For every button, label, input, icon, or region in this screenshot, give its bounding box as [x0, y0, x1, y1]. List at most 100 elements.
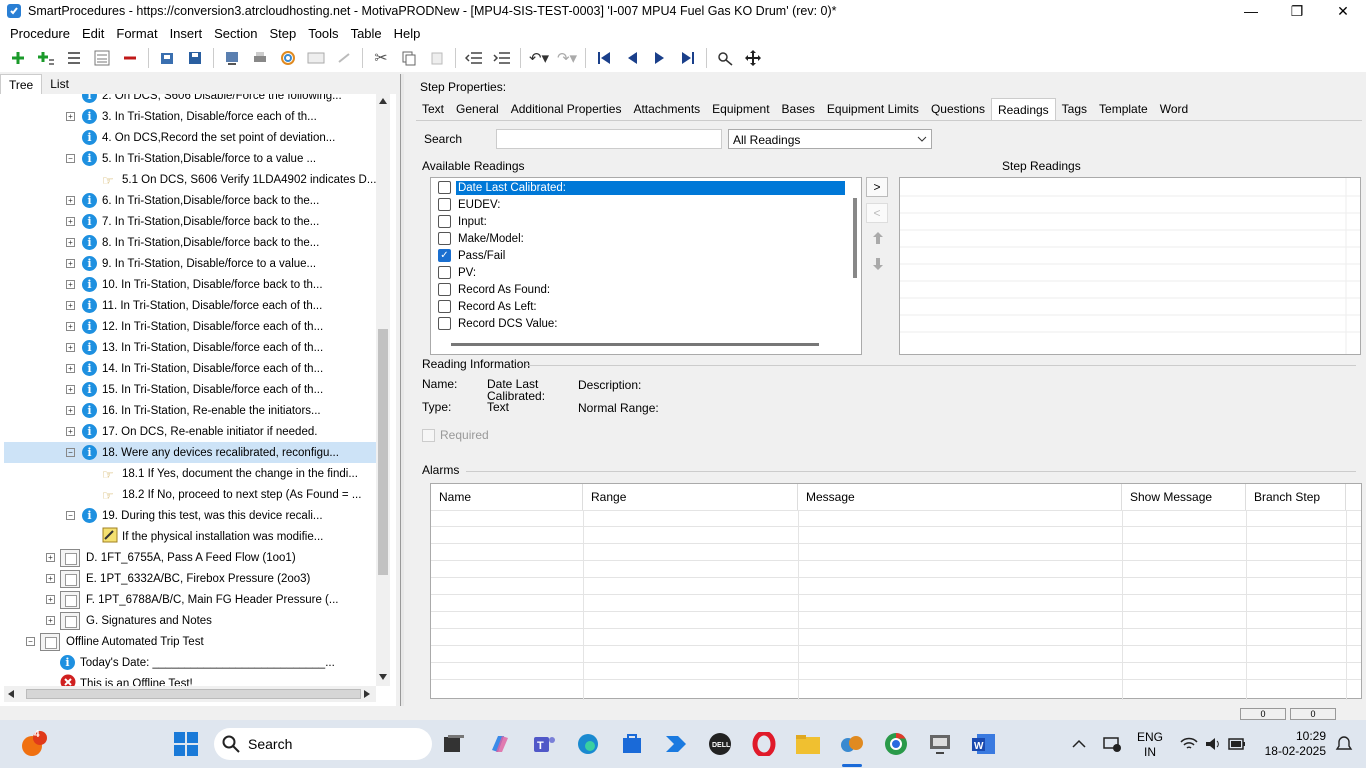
tree-item[interactable]: − Offline Automated Trip Test	[4, 631, 376, 652]
tree-item[interactable]: − i 19. During this test, was this device …	[4, 505, 376, 526]
tab-list[interactable]: List	[42, 74, 77, 94]
tree-item[interactable]: + i 3. In Tri-Station, Disable/force each …	[4, 106, 376, 127]
reading-item[interactable]: ✓ Pass/Fail	[431, 247, 845, 264]
expand-icon[interactable]: +	[46, 595, 55, 604]
tab-template[interactable]: Template	[1093, 98, 1154, 120]
menu-insert[interactable]: Insert	[164, 26, 209, 41]
tab-attachments[interactable]: Attachments	[627, 98, 706, 120]
list-icon[interactable]	[63, 47, 85, 69]
tab-readings[interactable]: Readings	[990, 98, 1056, 120]
reading-item[interactable]: Record As Left:	[431, 298, 845, 315]
tree-item[interactable]: + i 15. In Tri-Station, Disable/force each…	[4, 379, 376, 400]
expand-icon[interactable]: +	[66, 238, 75, 247]
list-alt-icon[interactable]	[91, 47, 113, 69]
outdent-icon[interactable]	[463, 47, 485, 69]
tab-general[interactable]: General	[450, 98, 505, 120]
expand-icon[interactable]: +	[66, 112, 75, 121]
readings-filter-select[interactable]: All Readings	[728, 129, 932, 149]
expand-icon[interactable]: +	[66, 301, 75, 310]
tree-item[interactable]: ☞ 18.1 If Yes, document the change in the…	[4, 463, 376, 484]
alarms-col-range[interactable]: Range	[583, 484, 798, 510]
tree-item[interactable]: This is an Offline Test!	[4, 673, 376, 686]
reading-checkbox[interactable]	[438, 232, 451, 245]
tab-equipment[interactable]: Equipment	[706, 98, 775, 120]
tree-item[interactable]: + i 17. On DCS, Re-enable initiator if nee…	[4, 421, 376, 442]
collapse-icon[interactable]: −	[66, 448, 75, 457]
tree-item[interactable]: i 2. On DCS, S606 Disable/Force the follo…	[4, 94, 376, 106]
chrome-icon[interactable]	[880, 728, 912, 760]
expand-icon[interactable]: +	[66, 217, 75, 226]
power-automate-icon[interactable]	[660, 728, 692, 760]
expand-icon[interactable]: +	[46, 574, 55, 583]
undo-icon[interactable]: ↶▾	[528, 47, 550, 69]
menu-tools[interactable]: Tools	[302, 26, 344, 41]
menu-edit[interactable]: Edit	[76, 26, 110, 41]
reading-checkbox[interactable]	[438, 317, 451, 330]
tree-item[interactable]: + E. 1PT_6332A/BC, Firebox Pressure (2oo3…	[4, 568, 376, 589]
reading-checkbox[interactable]	[438, 181, 451, 194]
scroll-right-icon[interactable]	[364, 690, 370, 698]
expand-icon[interactable]: +	[46, 553, 55, 562]
tree-item[interactable]: ☞ 18.2 If No, proceed to next step (As Fo…	[4, 484, 376, 505]
tab-questions[interactable]: Questions	[925, 98, 991, 120]
minimize-button[interactable]: —	[1228, 0, 1274, 22]
expand-icon[interactable]: +	[66, 385, 75, 394]
open-icon[interactable]	[156, 47, 178, 69]
clock[interactable]: 10:29 18-02-2025	[1254, 729, 1326, 759]
list-horizontal-scrollbar[interactable]	[451, 343, 819, 346]
tab-word[interactable]: Word	[1154, 98, 1194, 120]
tree-item[interactable]: i Today's Date: _________________________…	[4, 652, 376, 673]
reading-checkbox[interactable]	[438, 266, 451, 279]
reading-checkbox[interactable]	[438, 300, 451, 313]
wifi-icon[interactable]	[1180, 737, 1198, 751]
indent-icon[interactable]	[491, 47, 513, 69]
expand-icon[interactable]: +	[66, 280, 75, 289]
smartprocedures-taskbar-icon[interactable]	[836, 728, 868, 760]
tree-item[interactable]: + D. 1FT_6755A, Pass A Feed Flow (1oo1)	[4, 547, 376, 568]
tree-item[interactable]: ☞ 5.1 On DCS, S606 Verify 1LDA4902 indica…	[4, 169, 376, 190]
spell-check-icon[interactable]	[277, 47, 299, 69]
scroll-thumb[interactable]	[26, 689, 361, 699]
publish-icon[interactable]	[221, 47, 243, 69]
expand-icon[interactable]: +	[66, 364, 75, 373]
tree-item[interactable]: − i 18. Were any devices recalibrated, rec…	[4, 442, 376, 463]
reading-item[interactable]: Record As Found:	[431, 281, 845, 298]
copilot-icon[interactable]	[484, 728, 516, 760]
copy-icon[interactable]	[398, 47, 420, 69]
reading-item[interactable]: Record DCS Value:	[431, 315, 845, 332]
panel-splitter[interactable]	[400, 74, 404, 706]
word-icon[interactable]: W	[968, 728, 1000, 760]
tree-item[interactable]: + i 10. In Tri-Station, Disable/force back…	[4, 274, 376, 295]
tab-tags[interactable]: Tags	[1056, 98, 1093, 120]
tree-item[interactable]: + i 16. In Tri-Station, Re-enable the init…	[4, 400, 376, 421]
menu-step[interactable]: Step	[263, 26, 302, 41]
add-reading-button[interactable]: >	[866, 177, 888, 197]
tab-additional-properties[interactable]: Additional Properties	[505, 98, 628, 120]
reading-checkbox[interactable]	[438, 215, 451, 228]
tree-item[interactable]: + i 6. In Tri-Station,Disable/force back t…	[4, 190, 376, 211]
move-icon[interactable]	[742, 47, 764, 69]
cut-icon[interactable]: ✂	[370, 47, 392, 69]
menu-help[interactable]: Help	[388, 26, 427, 41]
tree-item[interactable]: + G. Signatures and Notes	[4, 610, 376, 631]
battery-icon[interactable]	[1228, 737, 1246, 751]
collapse-icon[interactable]: −	[66, 154, 75, 163]
task-view-icon[interactable]	[438, 728, 470, 760]
dell-icon[interactable]: DELL	[704, 728, 736, 760]
tab-text[interactable]: Text	[416, 98, 450, 120]
alarms-col-message[interactable]: Message	[798, 484, 1122, 510]
search-input[interactable]	[496, 129, 722, 149]
tab-bases[interactable]: Bases	[776, 98, 821, 120]
collapse-icon[interactable]: −	[66, 511, 75, 520]
network-settings-icon[interactable]	[1102, 735, 1122, 753]
alarms-col-show-message[interactable]: Show Message	[1122, 484, 1246, 510]
remove-icon[interactable]	[119, 47, 141, 69]
tree-item[interactable]: + i 11. In Tri-Station, Disable/force each…	[4, 295, 376, 316]
expand-icon[interactable]: +	[46, 616, 55, 625]
save-icon[interactable]	[184, 47, 206, 69]
tree-item[interactable]: + i 12. In Tri-Station, Disable/force each…	[4, 316, 376, 337]
reading-checkbox[interactable]	[438, 198, 451, 211]
first-icon[interactable]	[593, 47, 615, 69]
teams-icon[interactable]: T	[528, 728, 560, 760]
tree-vertical-scrollbar[interactable]	[376, 94, 390, 686]
